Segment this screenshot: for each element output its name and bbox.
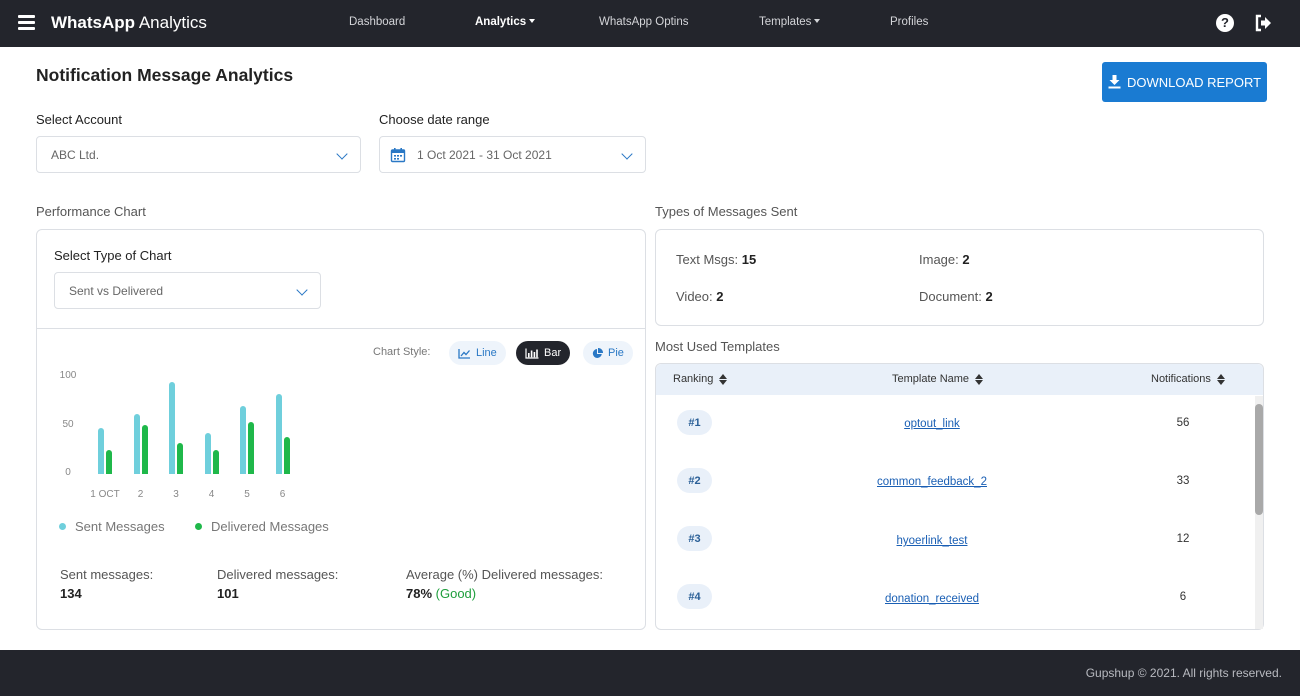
x-tick-label: 6	[279, 489, 286, 500]
bar-delivered[interactable]	[177, 442, 183, 474]
templates-table	[655, 363, 1264, 630]
pie-chart-icon	[592, 347, 603, 358]
bar-delivered[interactable]	[248, 421, 254, 474]
column-template-name[interactable]: Template Name	[892, 373, 984, 385]
download-report-button[interactable]: DOWNLOAD REPORT	[1102, 62, 1267, 102]
delivered-messages-label: Delivered messages:	[217, 567, 339, 582]
help-icon[interactable]: ?	[1216, 14, 1234, 32]
type-document: Document: 2	[919, 289, 993, 304]
message-types-card	[655, 229, 1264, 326]
nav-analytics[interactable]: Analytics	[475, 16, 536, 28]
y-tick-label: 100	[59, 370, 77, 381]
rank-badge: #4	[677, 584, 712, 609]
template-link[interactable]: optout_link	[904, 418, 960, 430]
bar-sent[interactable]	[169, 381, 175, 474]
notification-count: 33	[1176, 475, 1190, 487]
calendar-icon	[390, 147, 406, 162]
y-tick-label: 0	[65, 467, 71, 478]
page-title: Notification Message Analytics	[36, 65, 294, 85]
x-tick-label: 4	[208, 489, 215, 500]
average-delivered-value: 78% (Good)	[406, 586, 477, 601]
bar-sent[interactable]	[133, 413, 140, 474]
bar-sent[interactable]	[204, 433, 211, 474]
bar-delivered[interactable]	[106, 449, 112, 474]
account-select[interactable]: ABC Ltd.	[36, 136, 361, 173]
footer: Gupshup © 2021. All rights reserved.	[0, 650, 1300, 696]
bar-sent[interactable]	[98, 428, 104, 474]
scrollbar-thumb[interactable]	[1255, 404, 1263, 515]
bar-delivered[interactable]	[141, 424, 148, 474]
chevron-down-icon	[336, 148, 348, 160]
notification-count: 56	[1176, 417, 1190, 429]
column-notifications[interactable]: Notifications	[1151, 373, 1225, 385]
caret-down-icon	[814, 19, 821, 23]
bar-sent[interactable]	[275, 394, 282, 474]
brand-logo[interactable]: WhatsApp Analytics	[51, 13, 207, 33]
type-video: Video: 2	[676, 289, 724, 304]
template-link[interactable]: hyoerlink_test	[897, 535, 968, 547]
divider	[37, 328, 645, 329]
chart-type-select[interactable]: Sent vs Delivered	[54, 272, 321, 309]
legend-sent-label: Sent Messages	[75, 519, 165, 534]
delivered-messages-value: 101	[217, 586, 239, 601]
chart-style-bar[interactable]: Bar	[516, 341, 571, 365]
footer-copyright: Gupshup © 2021. All rights reserved.	[1085, 666, 1282, 680]
legend-delivered-label: Delivered Messages	[211, 519, 329, 534]
date-range-select[interactable]: 1 Oct 2021 - 31 Oct 2021	[379, 136, 646, 173]
template-link[interactable]: common_feedback_2	[877, 476, 987, 488]
line-chart-icon	[458, 348, 470, 359]
column-ranking[interactable]: Ranking	[673, 373, 728, 385]
y-tick-label: 50	[62, 418, 74, 430]
notification-count: 12	[1176, 533, 1190, 545]
x-tick-label: 5	[244, 489, 250, 500]
chevron-down-icon	[296, 284, 308, 296]
bar-sent[interactable]	[240, 406, 246, 474]
rank-badge: #2	[677, 468, 712, 493]
sort-icon	[719, 373, 728, 385]
sent-messages-label: Sent messages:	[60, 567, 154, 582]
type-image: Image: 2	[919, 252, 970, 267]
template-link[interactable]: donation_received	[885, 593, 979, 605]
type-text-msgs: Text Msgs: 15	[676, 252, 757, 267]
most-used-templates-label: Most Used Templates	[655, 339, 780, 354]
performance-chart-label: Performance Chart	[36, 204, 146, 219]
nav-profiles[interactable]: Profiles	[890, 16, 928, 28]
caret-down-icon	[529, 19, 536, 23]
chart-style-label: Chart Style:	[373, 346, 431, 358]
x-tick-label: 3	[173, 489, 179, 500]
sort-icon	[975, 373, 984, 385]
date-range-label: Choose date range	[379, 112, 490, 127]
top-navbar: WhatsApp Analytics Dashboard Analytics W…	[0, 0, 1300, 47]
bar-delivered[interactable]	[283, 437, 290, 474]
chart-style-pie[interactable]: Pie	[583, 341, 633, 365]
notification-count: 6	[1179, 591, 1187, 603]
x-tick-label: 2	[137, 489, 144, 500]
rank-badge: #1	[677, 410, 712, 435]
chevron-down-icon	[621, 148, 633, 160]
table-header: Ranking Template Name Notifications	[656, 364, 1263, 395]
nav-dashboard[interactable]: Dashboard	[349, 16, 405, 28]
rank-badge: #3	[677, 526, 712, 551]
legend-dot-delivered	[195, 523, 202, 530]
hamburger-menu-icon[interactable]	[18, 15, 35, 30]
average-delivered-label: Average (%) Delivered messages:	[406, 567, 604, 582]
bar-chart-icon	[525, 348, 539, 359]
account-label: Select Account	[36, 112, 122, 127]
nav-whatsapp-optins[interactable]: WhatsApp Optins	[599, 16, 688, 28]
logout-icon[interactable]	[1254, 14, 1272, 32]
chart-type-label: Select Type of Chart	[54, 248, 172, 263]
bar-delivered[interactable]	[212, 449, 219, 474]
download-icon	[1108, 75, 1121, 89]
message-types-label: Types of Messages Sent	[655, 204, 798, 219]
sent-messages-value: 134	[60, 586, 82, 601]
legend-dot-sent	[59, 523, 66, 530]
chart-style-line[interactable]: Line	[449, 341, 506, 365]
nav-templates[interactable]: Templates	[759, 16, 821, 28]
quality-badge: (Good)	[435, 586, 477, 601]
x-tick-label: 1 OCT	[90, 489, 120, 500]
sort-icon	[1216, 373, 1225, 385]
